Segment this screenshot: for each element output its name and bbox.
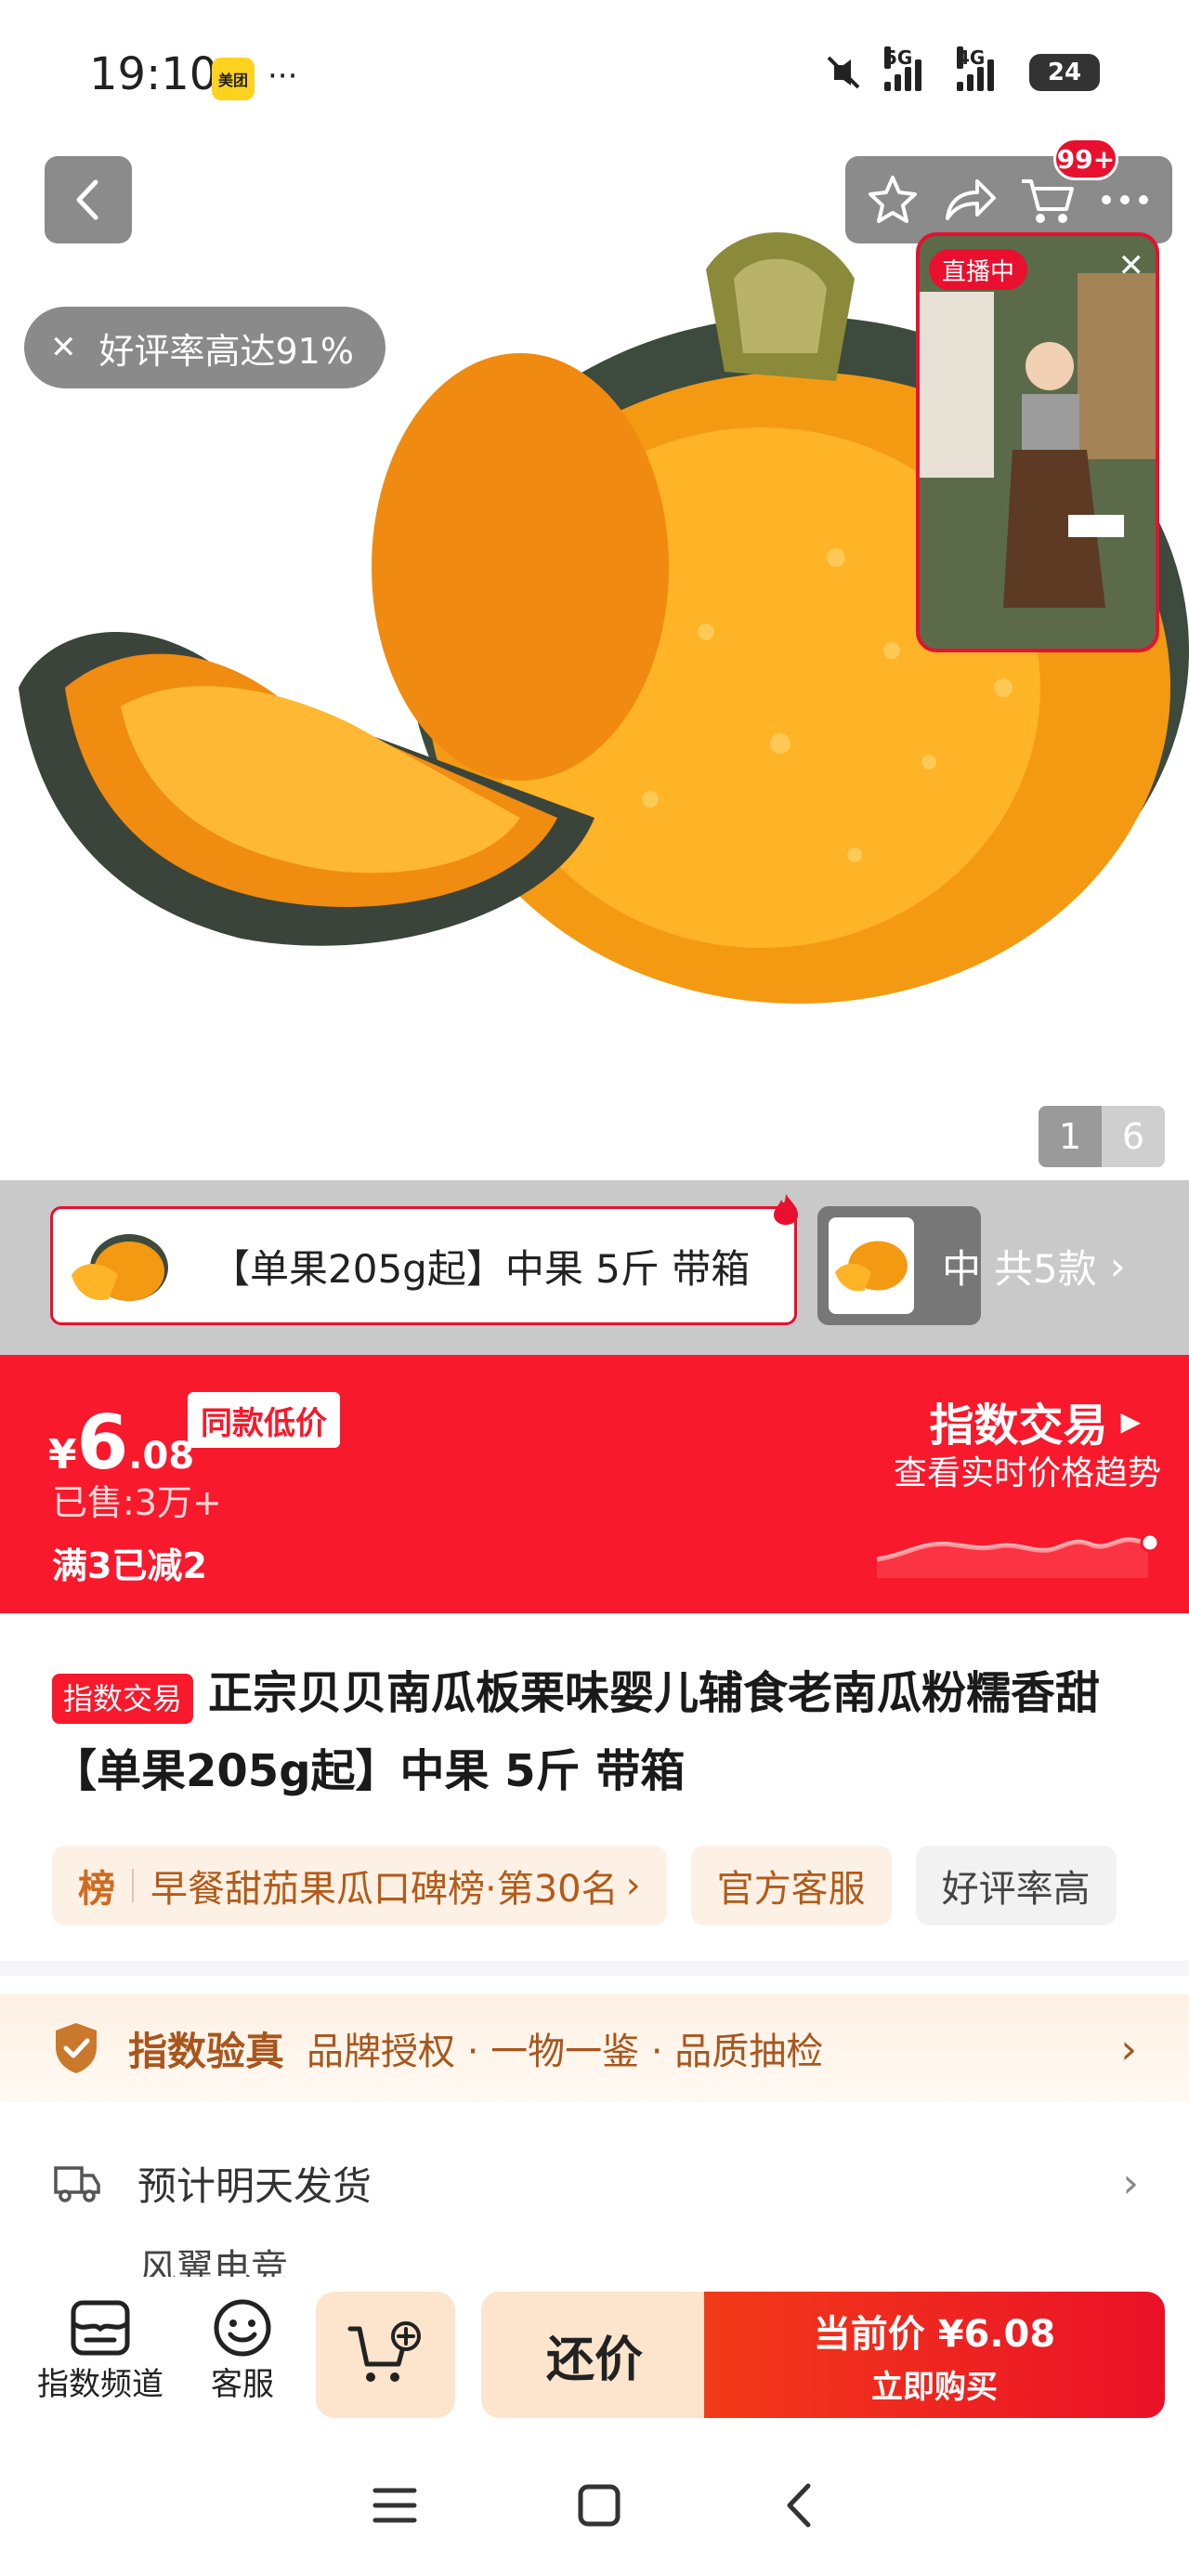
pager-total: 6 (1102, 1106, 1165, 1167)
ranking-text: 早餐甜茄果瓜口碑榜·第30名 (150, 1868, 619, 1911)
chevron-right-icon: › (1109, 1242, 1126, 1289)
section-divider (0, 1961, 1189, 1976)
rating-chip[interactable]: ✕ 好评率高达91% (24, 307, 385, 388)
more-notifications-icon: ··· (268, 58, 298, 95)
promo-text: 满3已减2 (52, 1545, 207, 1586)
store-icon (71, 2300, 130, 2356)
ranking-chip[interactable]: 榜 早餐甜茄果瓜口碑榜·第30名 › (52, 1846, 667, 1925)
shipping-eta: 预计明天发货 (137, 2162, 372, 2209)
index-channel-button[interactable]: 指数频道 (37, 2297, 163, 2404)
product-title: 正宗贝贝南瓜板栗味婴儿辅食老南瓜粉糯香甜 【单果205g起】中果 5斤 带箱 (52, 1667, 1101, 1797)
meituan-app-icon: 美团 (212, 58, 255, 100)
sku-option[interactable]: 中 (817, 1206, 981, 1325)
chevron-right-icon: › (1120, 2026, 1137, 2073)
top-action-group (845, 156, 1172, 243)
product-title-block: 指数交易 正宗贝贝南瓜板栗味婴儿辅食老南瓜粉糯香甜 【单果205g起】中果 5斤 … (52, 1654, 1167, 1810)
live-tag: 直播中 (929, 249, 1028, 290)
rating-chip-tag[interactable]: 好评率高 (915, 1846, 1117, 1925)
signal-4g-icon: 4G (957, 46, 1009, 91)
ranking-icon: 榜 (78, 1868, 115, 1911)
cart-icon[interactable] (1018, 172, 1078, 228)
customer-service-button[interactable]: 客服 (210, 2297, 275, 2404)
buy-now-button[interactable]: 当前价 ¥6.08 立即购买 (704, 2292, 1165, 2418)
sku-more-label: 共5款 (994, 1245, 1097, 1292)
buy-now-label: 立即购买 (871, 2368, 998, 2406)
add-cart-icon (347, 2321, 421, 2382)
recent-apps-icon[interactable] (372, 2485, 418, 2526)
buy-price-label: 当前价 ¥6.08 (813, 2312, 1056, 2356)
sku-option-label: 中 (941, 1245, 981, 1292)
shield-check-icon (56, 2023, 97, 2073)
sku-option-selected[interactable]: 【单果205g起】中果 5斤 带箱 (50, 1194, 798, 1325)
index-trade-link[interactable]: 指数交易 ▶ (929, 1388, 1141, 1453)
system-navigation-bar (0, 2435, 1189, 2576)
bargain-button[interactable]: 还价 (481, 2292, 708, 2418)
share-icon[interactable] (940, 172, 998, 228)
customer-service-label: 客服 (211, 2366, 274, 2403)
status-icons: 5G 4G 24 (823, 46, 1100, 91)
verify-items: 品牌授权 · 一物一鉴 · 品质抽检 (307, 2031, 824, 2073)
back-button[interactable] (45, 156, 132, 243)
official-service-chip[interactable]: 官方客服 (690, 1846, 892, 1925)
index-trade-badge: 指数交易 (52, 1673, 194, 1724)
chevron-left-icon (76, 179, 98, 220)
rating-chip-label: 好评率高达91% (98, 330, 354, 372)
bottom-action-bar: 指数频道 客服 还价 当前价 ¥6.08 立即购买 (0, 2277, 1189, 2435)
close-icon[interactable]: ✕ (1118, 247, 1145, 284)
sku-thumbnail (829, 1217, 914, 1314)
pager-current: 1 (1039, 1106, 1102, 1167)
product-tag-chips: 榜 早餐甜茄果瓜口碑榜·第30名 › 官方客服 好评率高 (52, 1846, 1117, 1925)
live-stream-preview[interactable]: 直播中 ✕ (916, 232, 1159, 652)
price-banner: ¥ 6 .08 同款低价 已售:3万+ 满3已减2 指数交易 ▶ 查看实时价格趋… (0, 1355, 1189, 1613)
image-pager: 1 6 (1039, 1106, 1165, 1167)
delivery-truck-icon (54, 2166, 100, 2202)
shipping-row[interactable]: 预计明天发货 › (52, 2150, 1139, 2215)
home-icon[interactable] (576, 2482, 622, 2529)
chevron-right-icon: › (625, 1864, 641, 1907)
verify-title: 指数验真 (128, 2028, 285, 2074)
add-to-cart-button[interactable] (316, 2292, 455, 2418)
authenticity-verify-row[interactable]: 指数验真 品牌授权 · 一物一鉴 · 品质抽检 › (0, 1994, 1189, 2102)
star-favorite-icon[interactable] (865, 172, 921, 228)
mute-icon (827, 56, 860, 89)
triangle-right-icon: ▶ (1120, 1405, 1141, 1437)
more-options-icon[interactable] (1097, 191, 1153, 209)
signal-5g-icon: 5G (884, 46, 936, 91)
sku-more-button[interactable]: 共5款 › (994, 1206, 1126, 1325)
chevron-right-icon: › (1122, 2160, 1139, 2207)
close-icon[interactable]: ✕ (50, 329, 77, 366)
status-bar: 19:10 美团 ··· 5G 4G 24 (0, 0, 1189, 149)
sold-count: 已售:3万+ (52, 1482, 222, 1523)
live-stream-thumbnail (920, 236, 1156, 649)
chat-smile-icon (214, 2299, 271, 2357)
sku-selector: 【单果205g起】中果 5斤 带箱 中 共5款 › (0, 1180, 1189, 1355)
price-trend-sparkline[interactable] (877, 1513, 1165, 1578)
hot-fire-icon (774, 1194, 798, 1225)
sku-thumbnail (72, 1234, 168, 1301)
back-nav-icon[interactable] (780, 2482, 817, 2529)
sku-option-label: 【单果205g起】中果 5斤 带箱 (211, 1245, 751, 1292)
product-image-carousel[interactable]: 99+ ✕ 好评率高达91% 直播中 ✕ 1 6 (0, 0, 1189, 1180)
index-channel-label: 指数频道 (37, 2366, 163, 2403)
low-price-tag: 同款低价 (188, 1392, 340, 1448)
status-time: 19:10 (89, 48, 218, 100)
battery-icon: 24 (1029, 54, 1100, 91)
index-trade-subtitle: 查看实时价格趋势 (893, 1454, 1161, 1492)
